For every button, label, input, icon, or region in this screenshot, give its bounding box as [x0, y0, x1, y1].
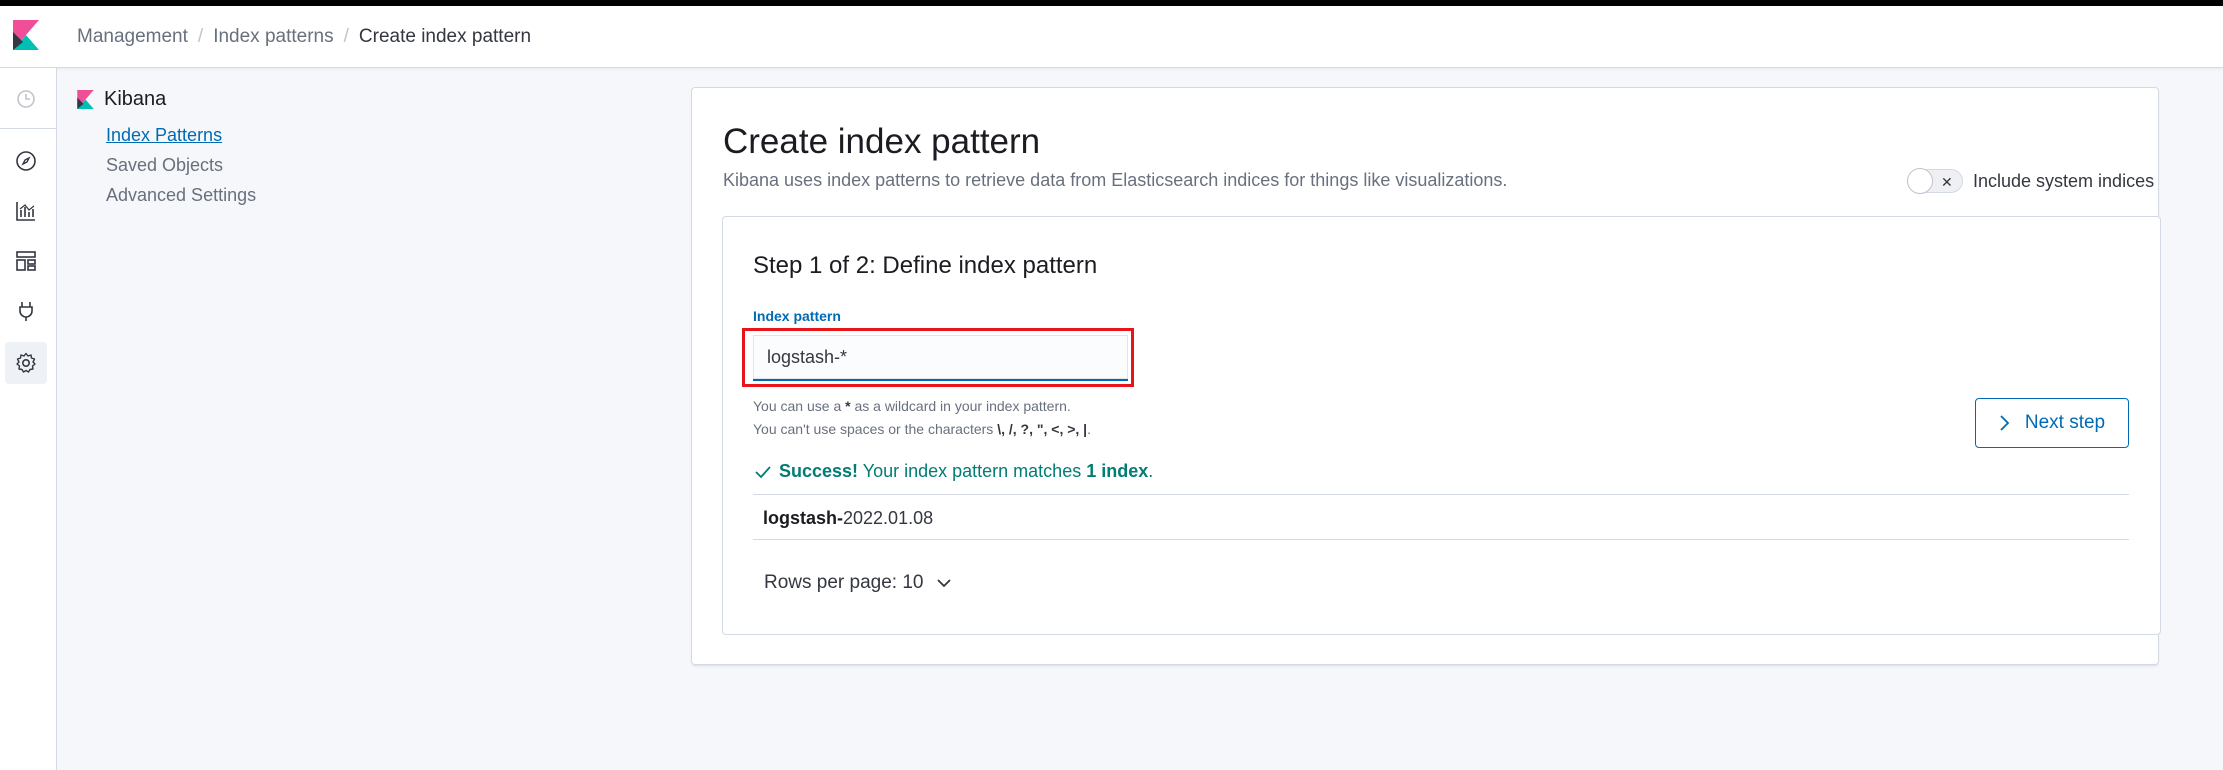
top-header: Management / Index patterns / Create index p…: [0, 6, 2223, 68]
nav-divider: [0, 128, 56, 129]
table-divider-top: [753, 494, 2129, 495]
discover-icon[interactable]: [14, 149, 38, 173]
kibana-small-logo-icon: [77, 90, 94, 109]
success-count: 1 index: [1086, 461, 1149, 481]
breadcrumb: Management / Index patterns / Create index p…: [77, 26, 531, 48]
sidenav-item-saved-objects[interactable]: Saved Objects: [106, 155, 256, 176]
breadcrumb-separator: /: [343, 26, 349, 47]
table-divider-bottom: [753, 539, 2129, 540]
visualize-icon[interactable]: [14, 199, 38, 223]
breadcrumb-separator: /: [197, 26, 204, 47]
toggle-knob: [1907, 168, 1933, 194]
dashboard-icon[interactable]: [14, 249, 38, 273]
check-icon: [755, 465, 771, 478]
match-suffix: 2022.01.08: [843, 508, 934, 528]
include-system-indices-toggle[interactable]: ✕ Include system indices: [1907, 168, 2155, 194]
rows-per-page-selector[interactable]: Rows per page: 10: [764, 572, 952, 594]
help-line1-post: as a wildcard in your index pattern.: [850, 398, 1071, 414]
help-line1-pre: You can use a: [753, 398, 846, 414]
breadcrumb-management[interactable]: Management: [77, 26, 188, 47]
page-title: Create index pattern: [723, 122, 1041, 161]
annotation-highlight-box: [742, 328, 1134, 387]
help-line2-pre: You can't use spaces or the characters: [753, 421, 998, 437]
help-text: You can use a * as a wildcard in your in…: [753, 395, 1091, 441]
index-pattern-label: Index pattern: [753, 308, 841, 324]
management-sidenav: Kibana Index Patterns Saved Objects Adva…: [77, 88, 256, 215]
side-navbar: [0, 68, 57, 770]
step-title: Step 1 of 2: Define index pattern: [753, 252, 1098, 279]
success-strong: Success!: [779, 461, 859, 481]
next-step-button[interactable]: Next step: [1975, 398, 2129, 448]
next-step-label: Next step: [2024, 412, 2106, 433]
sidenav-item-index-patterns[interactable]: Index Patterns: [106, 125, 256, 146]
breadcrumb-index-patterns[interactable]: Index patterns: [213, 26, 333, 47]
kibana-logo-icon[interactable]: [13, 20, 39, 50]
rows-per-page-label: Rows per page: 10: [764, 572, 924, 593]
recent-icon[interactable]: [14, 87, 38, 111]
chevron-right-icon: [2000, 415, 2010, 431]
match-prefix: logstash-: [763, 508, 844, 528]
chevron-down-icon: [936, 579, 951, 588]
help-line2-post: .: [1087, 421, 1091, 437]
breadcrumb-current: Create index pattern: [358, 26, 532, 47]
toggle-label: Include system indices: [1973, 170, 2155, 191]
sidenav-heading: Kibana: [77, 88, 256, 111]
management-gear-icon[interactable]: [14, 351, 38, 375]
dev-tools-icon[interactable]: [14, 299, 38, 323]
success-end: .: [1148, 461, 1154, 481]
sidenav-title: Kibana: [104, 88, 167, 110]
close-icon: ✕: [1941, 174, 1953, 190]
success-message: Success! Your index pattern matches 1 in…: [755, 461, 1153, 482]
help-line2-chars: \, /, ?, ", <, >, |: [997, 421, 1088, 437]
sidenav-item-advanced-settings[interactable]: Advanced Settings: [106, 185, 256, 206]
success-text: Your index pattern matches: [858, 461, 1087, 481]
page-description: Kibana uses index patterns to retrieve d…: [723, 170, 1508, 190]
table-row: logstash-2022.01.08: [763, 508, 933, 529]
toggle-switch[interactable]: ✕: [1907, 168, 1963, 194]
